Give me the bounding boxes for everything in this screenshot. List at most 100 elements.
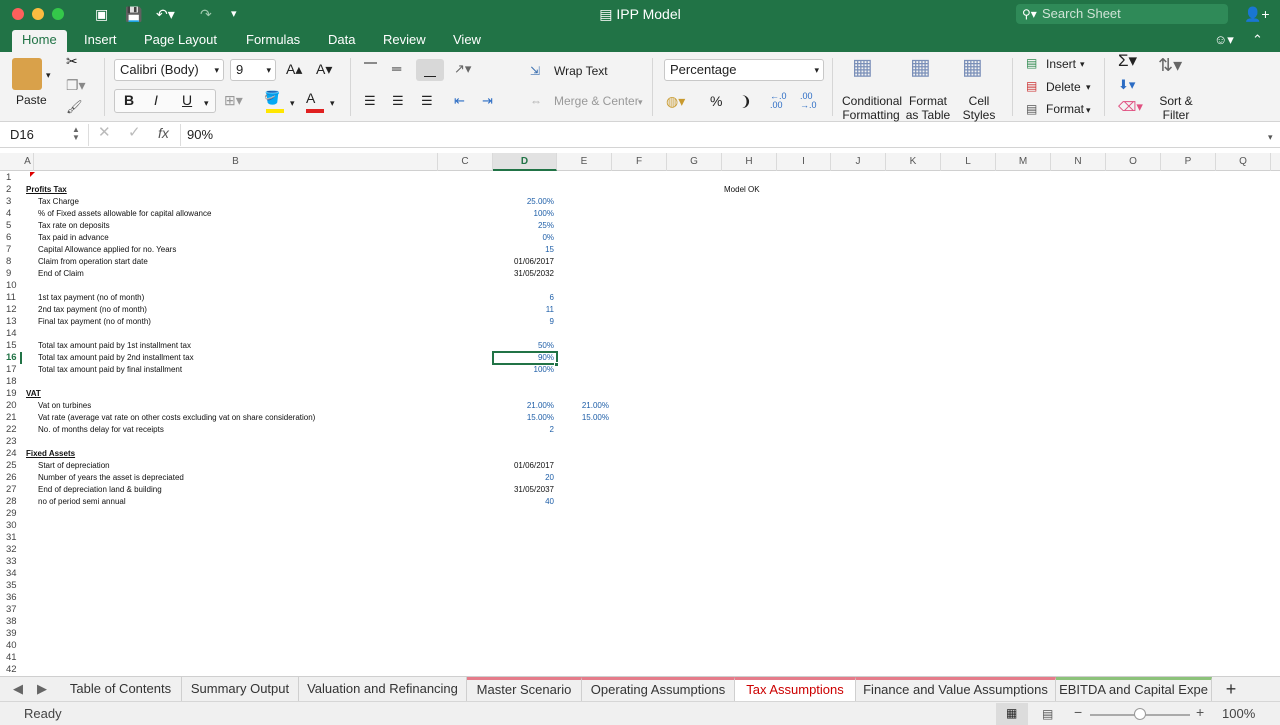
cell-b27[interactable]: End of depreciation land & building [38, 484, 162, 496]
name-box[interactable]: D16 [10, 128, 34, 142]
cell-b13[interactable]: Final tax payment (no of month) [38, 316, 151, 328]
column-header-k[interactable]: K [886, 153, 941, 171]
cell-b6[interactable]: Tax paid in advance [38, 232, 109, 244]
expand-formula-bar-icon[interactable]: ▾ [1268, 130, 1273, 144]
row-header-29[interactable]: 29 [0, 508, 22, 520]
decrease-decimal-icon[interactable]: .00 →.0 [800, 92, 817, 110]
row-header-32[interactable]: 32 [0, 544, 22, 556]
cell-b12[interactable]: 2nd tax payment (no of month) [38, 304, 147, 316]
row-header-5[interactable]: 5 [0, 220, 22, 232]
row-header-27[interactable]: 27 [0, 484, 22, 496]
fill-icon[interactable]: ⬇▾ [1118, 78, 1135, 92]
accounting-format-icon[interactable]: ◍▾ [666, 94, 685, 108]
column-header-h[interactable]: H [722, 153, 777, 171]
cell-d5[interactable]: 25% [493, 220, 554, 232]
row-header-38[interactable]: 38 [0, 616, 22, 628]
row-header-33[interactable]: 33 [0, 556, 22, 568]
percent-style-button[interactable]: % [710, 94, 722, 108]
cell-b21[interactable]: Vat rate (average vat rate on other cost… [38, 412, 315, 424]
fill-color-icon[interactable]: 🪣 [264, 91, 286, 113]
underline-button[interactable]: U [182, 93, 192, 107]
fill-handle[interactable] [554, 362, 559, 367]
row-header-20[interactable]: 20 [0, 400, 22, 412]
cell-b4[interactable]: % of Fixed assets allowable for capital … [38, 208, 211, 220]
row-header-12[interactable]: 12 [0, 304, 22, 316]
row-header-4[interactable]: 4 [0, 208, 22, 220]
row-header-11[interactable]: 11 [0, 292, 22, 304]
increase-decimal-icon[interactable]: ←.0.00 [770, 92, 787, 110]
prev-sheet-arrow-icon[interactable]: ◀ [8, 677, 28, 702]
bold-button[interactable]: B [124, 93, 134, 107]
row-header-24[interactable]: 24 [0, 448, 22, 460]
increase-font-size-icon[interactable]: A▴ [286, 62, 302, 76]
decrease-font-size-icon[interactable]: A▾ [316, 62, 332, 76]
cell-h2[interactable]: Model OK [724, 184, 760, 196]
tab-review[interactable]: Review [383, 32, 426, 48]
cell-d7[interactable]: 15 [493, 244, 554, 256]
zoom-slider-thumb[interactable] [1134, 708, 1146, 720]
cell-d13[interactable]: 9 [493, 316, 554, 328]
sheet-tab-operating-assumptions[interactable]: Operating Assumptions [582, 677, 735, 702]
row-header-30[interactable]: 30 [0, 520, 22, 532]
row-header-6[interactable]: 6 [0, 232, 22, 244]
insert-dropdown-icon[interactable]: ▾ [1080, 57, 1085, 71]
cell-b11[interactable]: 1st tax payment (no of month) [38, 292, 144, 304]
cell-d20[interactable]: 21.00% [493, 400, 554, 412]
format-painter-icon[interactable]: 🖌 [66, 100, 83, 114]
cell-d11[interactable]: 6 [493, 292, 554, 304]
sheet-tab-ebitda-and-capital-expe[interactable]: EBITDA and Capital Expe [1056, 677, 1212, 702]
font-color-icon[interactable]: A [306, 91, 326, 113]
cell-d9[interactable]: 31/05/2032 [493, 268, 554, 280]
cut-icon[interactable]: ✂ [66, 54, 78, 68]
column-header-f[interactable]: F [612, 153, 667, 171]
cell-d28[interactable]: 40 [493, 496, 554, 508]
sheet-tab-summary-output[interactable]: Summary Output [182, 677, 299, 702]
row-header-16[interactable]: 16 [0, 352, 22, 364]
format-cells-button[interactable]: Format [1046, 102, 1084, 116]
row-header-2[interactable]: 2 [0, 184, 22, 196]
row-header-14[interactable]: 14 [0, 328, 22, 340]
column-header-m[interactable]: M [996, 153, 1051, 171]
row-header-21[interactable]: 21 [0, 412, 22, 424]
tab-view[interactable]: View [453, 32, 481, 48]
column-header-o[interactable]: O [1106, 153, 1161, 171]
column-header-a[interactable]: A [22, 153, 34, 171]
cell-d25[interactable]: 01/06/2017 [493, 460, 554, 472]
align-left-icon[interactable]: ☰ [364, 94, 376, 108]
cell-d21[interactable]: 15.00% [493, 412, 554, 424]
align-bottom-icon[interactable]: ⎽ [416, 59, 444, 81]
comma-style-button[interactable]: ❩ [740, 94, 752, 108]
cell-d22[interactable]: 2 [493, 424, 554, 436]
autosum-icon[interactable]: Σ▾ [1118, 52, 1137, 69]
fill-color-dropdown-icon[interactable]: ▾ [290, 96, 295, 110]
row-header-18[interactable]: 18 [0, 376, 22, 388]
sheet-tab-tax-assumptions[interactable]: Tax Assumptions [735, 677, 856, 702]
cell-b25[interactable]: Start of depreciation [38, 460, 110, 472]
column-header-e[interactable]: E [557, 153, 612, 171]
row-header-42[interactable]: 42 [0, 664, 22, 676]
cell-b7[interactable]: Capital Allowance applied for no. Years [38, 244, 176, 256]
column-header-j[interactable]: J [831, 153, 886, 171]
cell-b26[interactable]: Number of years the asset is depreciated [38, 472, 184, 484]
cell-b5[interactable]: Tax rate on deposits [38, 220, 110, 232]
font-color-dropdown-icon[interactable]: ▾ [330, 96, 335, 110]
cell-e21[interactable]: 15.00% [557, 412, 609, 424]
italic-button[interactable]: I [154, 93, 158, 107]
row-header-25[interactable]: 25 [0, 460, 22, 472]
column-header-c[interactable]: C [438, 153, 493, 171]
cell-styles-button[interactable]: Cell Styles [958, 94, 1000, 122]
collapse-ribbon-icon[interactable]: ⌃ [1252, 32, 1263, 48]
row-header-7[interactable]: 7 [0, 244, 22, 256]
active-cell-selection[interactable] [492, 351, 558, 365]
confirm-entry-icon[interactable]: ✓ [128, 125, 141, 140]
decrease-indent-icon[interactable]: ⇤ [454, 94, 465, 108]
row-header-9[interactable]: 9 [0, 268, 22, 280]
format-dropdown-icon[interactable]: ▾ [1086, 103, 1091, 117]
font-name-select[interactable]: Calibri (Body) ▾ [114, 59, 224, 81]
row-header-34[interactable]: 34 [0, 568, 22, 580]
page-layout-view-icon[interactable]: ▤ [1042, 707, 1053, 721]
tab-formulas[interactable]: Formulas [246, 32, 300, 48]
tab-data[interactable]: Data [328, 32, 355, 48]
column-header-g[interactable]: G [667, 153, 722, 171]
delete-dropdown-icon[interactable]: ▾ [1086, 80, 1091, 94]
